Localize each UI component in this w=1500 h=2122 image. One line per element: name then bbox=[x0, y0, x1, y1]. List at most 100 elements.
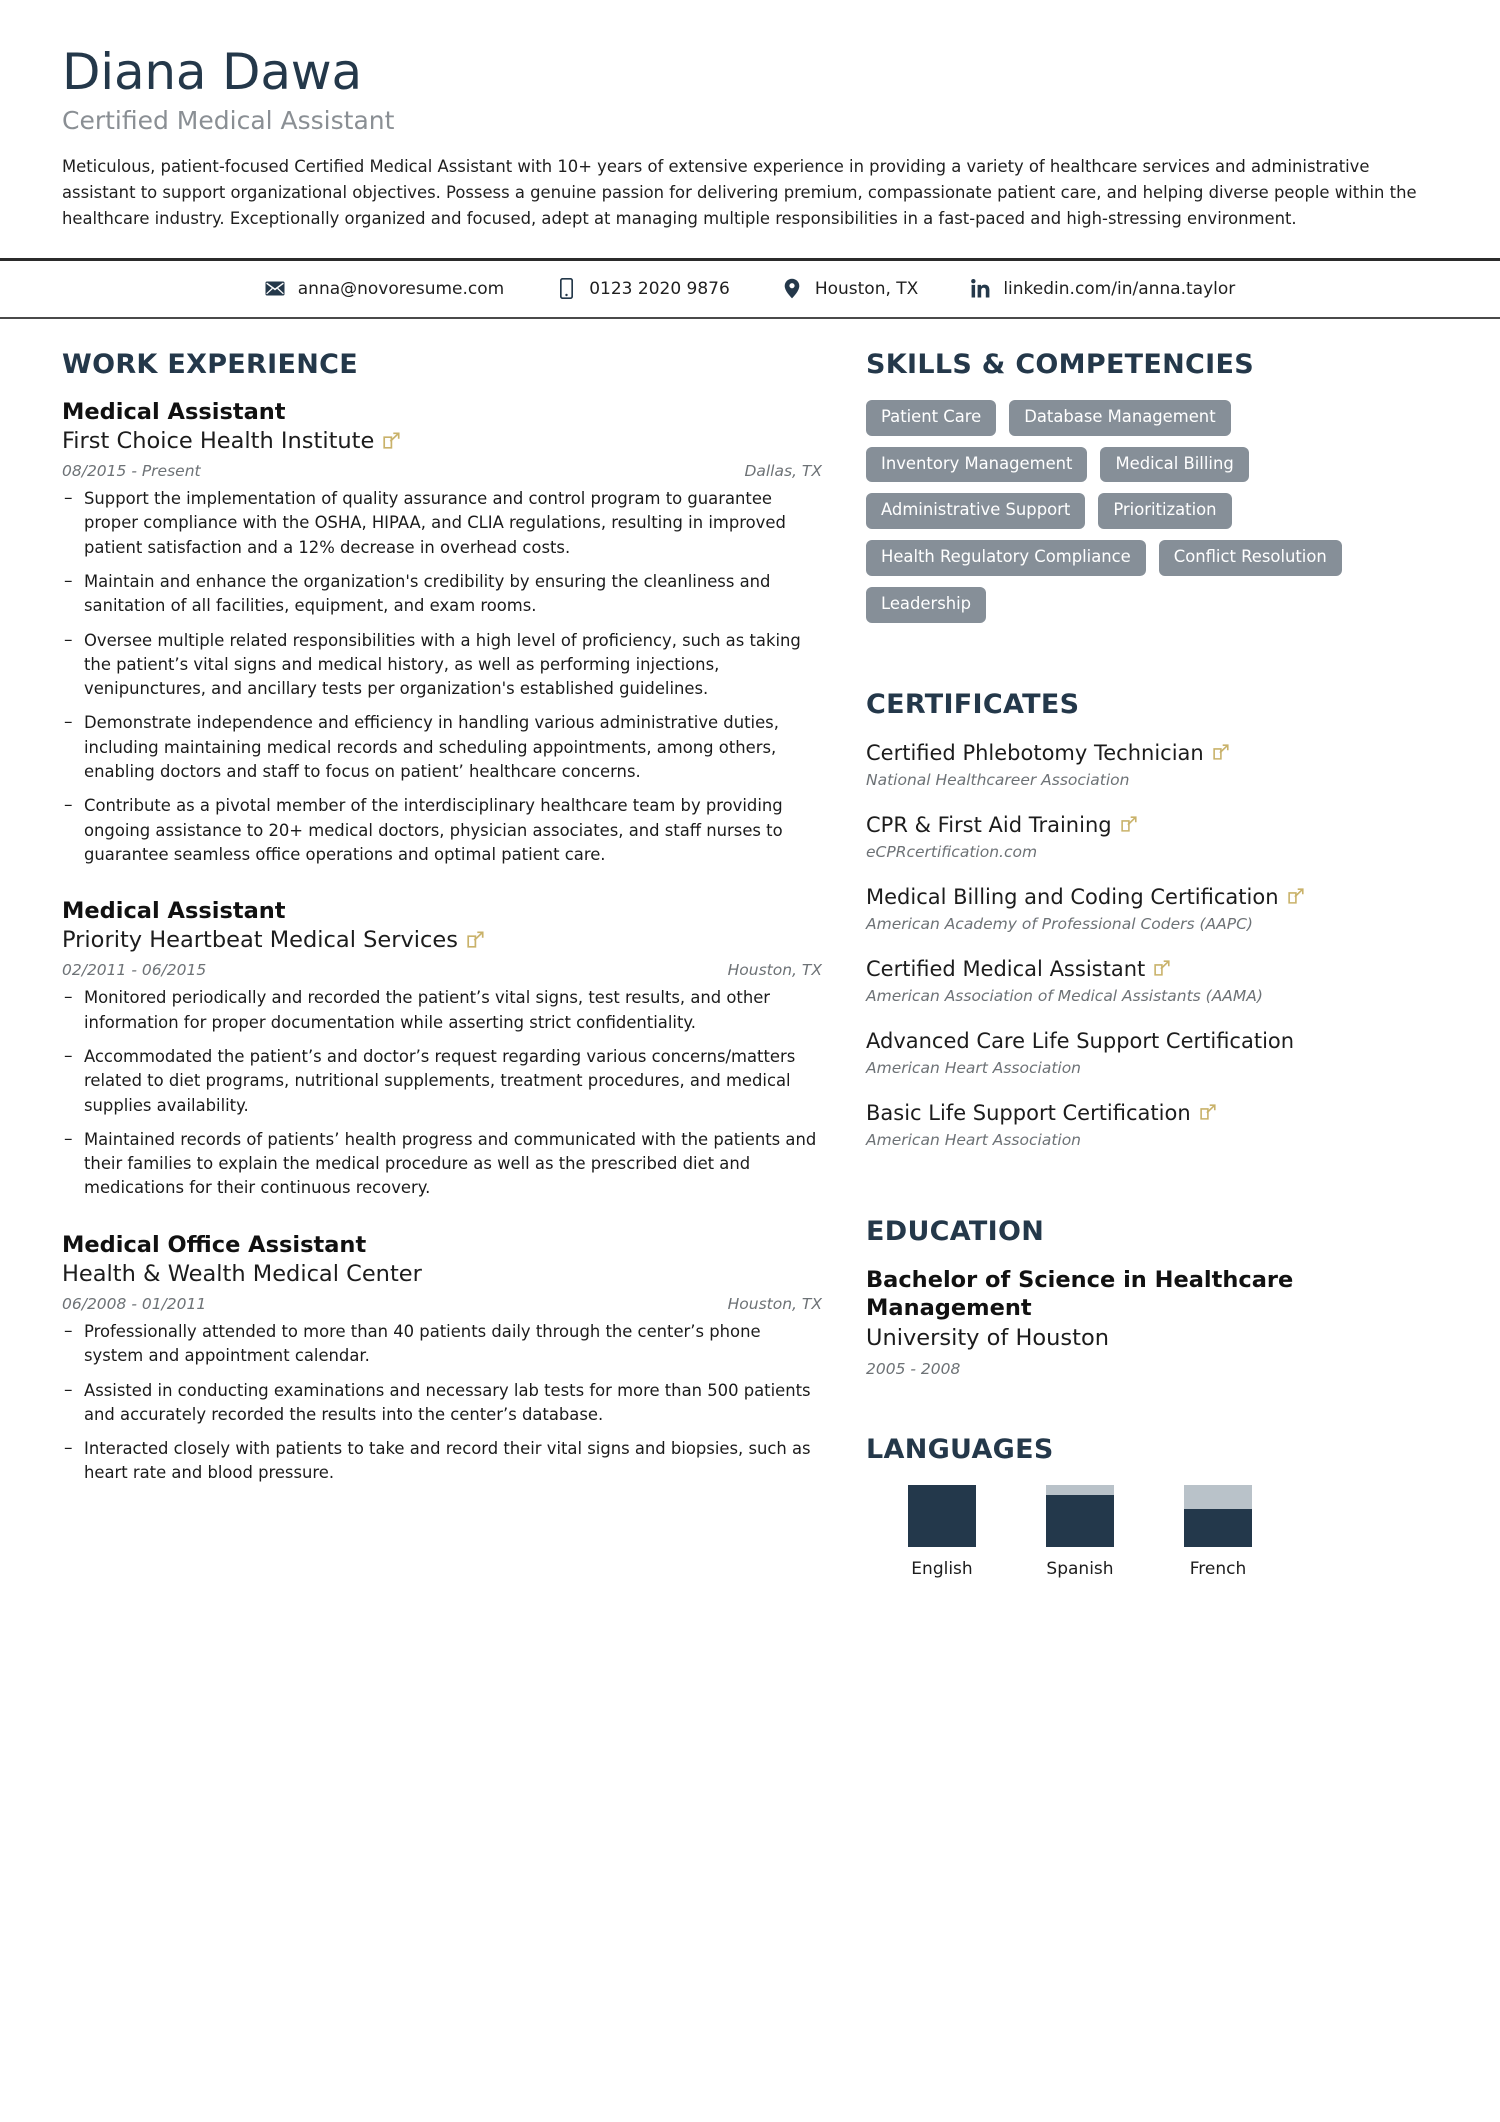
language-label: English bbox=[911, 1559, 973, 1580]
skill-tag: Health Regulatory Compliance bbox=[866, 540, 1146, 577]
contact-location-value: Houston, TX bbox=[814, 278, 919, 299]
section-title-languages: LANGUAGES bbox=[866, 1434, 1054, 1466]
contact-bar: anna@novoresume.com 0123 2020 9876 Houst… bbox=[0, 261, 1500, 317]
education-dates: 2005 - 2008 bbox=[866, 1360, 961, 1379]
skills-list: Patient Care Database Management Invento… bbox=[866, 399, 1442, 624]
work-entry-dates: 08/2015 - Present bbox=[62, 462, 201, 481]
contact-linkedin-value: linkedin.com/in/anna.taylor bbox=[1003, 278, 1236, 299]
skill-tag: Administrative Support bbox=[866, 493, 1086, 530]
certificate-name-row: Certified Medical Assistant bbox=[866, 956, 1442, 983]
certificate-name: Medical Billing and Coding Certification bbox=[866, 885, 1279, 910]
certificate-name: Advanced Care Life Support Certification bbox=[866, 1029, 1295, 1054]
work-bullet: Professionally attended to more than 40 … bbox=[62, 1319, 822, 1369]
contact-item-location[interactable]: Houston, TX bbox=[782, 278, 919, 300]
skill-tag: Inventory Management bbox=[866, 446, 1088, 483]
certificate-item: CPR & First Aid Training eCPRcertificati… bbox=[866, 812, 1442, 862]
work-bullet: Demonstrate independence and efficiency … bbox=[62, 710, 822, 784]
work-entry-meta: 08/2015 - Present Dallas, TX bbox=[62, 462, 822, 480]
work-bullet: Contribute as a pivotal member of the in… bbox=[62, 793, 822, 867]
work-entry-company-row: Health & Wealth Medical Center bbox=[62, 1260, 822, 1289]
candidate-job-title: Certified Medical Assistant bbox=[62, 106, 395, 135]
skill-tag: Conflict Resolution bbox=[1158, 540, 1342, 577]
languages-list: English Spanish French bbox=[866, 1485, 1442, 1579]
work-entry-company-row: Priority Heartbeat Medical Services bbox=[62, 926, 822, 955]
work-bullet: Interacted closely with patients to take… bbox=[62, 1436, 822, 1486]
work-entry-bullets: Monitored periodically and recorded the … bbox=[62, 985, 822, 1201]
envelope-icon bbox=[265, 278, 285, 300]
contact-item-phone[interactable]: 0123 2020 9876 bbox=[556, 278, 730, 300]
skill-tag: Patient Care bbox=[866, 399, 997, 436]
language-item: English bbox=[908, 1485, 976, 1579]
external-link-icon[interactable] bbox=[1120, 816, 1138, 833]
certificate-name: Certified Phlebotomy Technician bbox=[866, 741, 1204, 766]
work-bullet: Oversee multiple related responsibilitie… bbox=[62, 628, 822, 702]
linkedin-icon bbox=[970, 278, 990, 300]
section-title-work-experience: WORK EXPERIENCE bbox=[62, 348, 358, 380]
work-bullet: Maintain and enhance the organization's … bbox=[62, 569, 822, 619]
work-entry-bullets: Professionally attended to more than 40 … bbox=[62, 1319, 822, 1486]
language-proficiency-fill bbox=[908, 1485, 976, 1548]
certificate-item: Medical Billing and Coding Certification… bbox=[866, 884, 1442, 934]
language-proficiency-meter bbox=[1046, 1485, 1114, 1548]
work-entry-role: Medical Office Assistant bbox=[62, 1231, 367, 1258]
certificate-issuer: American Heart Association bbox=[866, 1059, 1082, 1077]
external-link-icon[interactable] bbox=[1213, 744, 1230, 761]
external-link-icon[interactable] bbox=[1199, 1104, 1217, 1121]
work-entry: Medical Assistant Priority Heartbeat Med… bbox=[62, 897, 822, 1201]
section-title-skills: SKILLS & COMPETENCIES bbox=[866, 348, 1254, 380]
certificate-item: Certified Medical Assistant American Ass… bbox=[866, 956, 1442, 1006]
contact-item-email[interactable]: anna@novoresume.com bbox=[265, 278, 504, 300]
certificate-name: CPR & First Aid Training bbox=[866, 813, 1112, 838]
section-title-education: EDUCATION bbox=[866, 1216, 1045, 1248]
certificate-name-row: Basic Life Support Certification bbox=[866, 1100, 1442, 1127]
left-column: WORK EXPERIENCE Medical Assistant First … bbox=[62, 349, 822, 1486]
external-link-icon[interactable] bbox=[1154, 960, 1171, 977]
work-entry-company: Priority Heartbeat Medical Services bbox=[62, 927, 458, 954]
external-link-icon[interactable] bbox=[1287, 888, 1305, 905]
certificate-name-row: Medical Billing and Coding Certification bbox=[866, 884, 1442, 911]
education-entry: Bachelor of Science in Healthcare Manage… bbox=[866, 1267, 1442, 1378]
contact-phone-value: 0123 2020 9876 bbox=[589, 278, 730, 299]
work-entry-role: Medical Assistant bbox=[62, 398, 286, 425]
education-school: University of Houston bbox=[866, 1325, 1110, 1352]
work-entry-meta: 02/2011 - 06/2015 Houston, TX bbox=[62, 961, 822, 979]
work-bullet: Maintained records of patients’ health p… bbox=[62, 1127, 822, 1201]
work-entry: Medical Assistant First Choice Health In… bbox=[62, 398, 822, 867]
work-entry: Medical Office Assistant Health & Wealth… bbox=[62, 1231, 822, 1486]
candidate-name: Diana Dawa bbox=[62, 43, 362, 101]
work-bullet: Accommodated the patient’s and doctor’s … bbox=[62, 1044, 822, 1118]
work-entry-location: Houston, TX bbox=[727, 961, 822, 980]
external-link-icon[interactable] bbox=[467, 931, 484, 948]
work-entry-location: Dallas, TX bbox=[744, 462, 822, 481]
certificate-item: Advanced Care Life Support Certification… bbox=[866, 1028, 1442, 1078]
certificate-issuer: American Heart Association bbox=[866, 1131, 1082, 1150]
work-entry-bullets: Support the implementation of quality as… bbox=[62, 486, 822, 867]
language-label: Spanish bbox=[1046, 1559, 1114, 1580]
work-entry-dates: 06/2008 - 01/2011 bbox=[62, 1295, 207, 1314]
phone-icon bbox=[556, 278, 576, 300]
certificate-issuer: American Academy of Professional Coders … bbox=[866, 914, 1253, 933]
certificate-issuer: American Association of Medical Assistan… bbox=[866, 986, 1263, 1005]
language-proficiency-meter bbox=[1184, 1485, 1252, 1548]
work-entry-location: Houston, TX bbox=[727, 1295, 822, 1314]
contact-item-linkedin[interactable]: linkedin.com/in/anna.taylor bbox=[970, 278, 1235, 300]
work-entry-dates: 02/2011 - 06/2015 bbox=[62, 961, 207, 980]
work-bullet: Assisted in conducting examinations and … bbox=[62, 1378, 822, 1428]
language-item: French bbox=[1184, 1485, 1252, 1579]
work-entry-company-row: First Choice Health Institute bbox=[62, 427, 822, 456]
certificate-name: Basic Life Support Certification bbox=[866, 1101, 1191, 1126]
language-proficiency-meter bbox=[908, 1485, 976, 1548]
section-title-certificates: CERTIFICATES bbox=[866, 689, 1080, 721]
skill-tag: Leadership bbox=[866, 587, 987, 624]
work-entry-company: First Choice Health Institute bbox=[62, 427, 375, 454]
work-bullet: Support the implementation of quality as… bbox=[62, 486, 822, 560]
external-link-icon[interactable] bbox=[383, 432, 400, 449]
certificate-name-row: Advanced Care Life Support Certification bbox=[866, 1028, 1442, 1055]
work-bullet: Monitored periodically and recorded the … bbox=[62, 985, 822, 1035]
resume-body: WORK EXPERIENCE Medical Assistant First … bbox=[0, 319, 1500, 1640]
certificate-name: Certified Medical Assistant bbox=[866, 957, 1146, 982]
certificate-item: Certified Phlebotomy Technician National… bbox=[866, 740, 1442, 790]
